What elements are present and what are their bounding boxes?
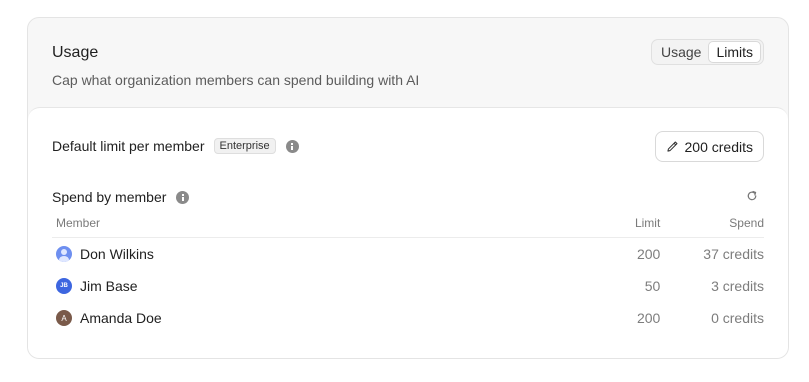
tab-limits[interactable]: Limits — [708, 41, 761, 63]
spend-table: Member Limit Spend Don Wilkins 200 37 cr… — [52, 216, 764, 334]
default-limit-label: Default limit per member — [52, 138, 205, 154]
view-toggle: Usage Limits — [650, 39, 764, 65]
pencil-icon — [666, 141, 678, 152]
column-limit: Limit — [634, 216, 661, 230]
avatar: A — [56, 310, 72, 326]
member-name: Amanda Doe — [80, 310, 162, 326]
spend-cell: 0 credits — [711, 310, 764, 326]
usage-panel: Usage Cap what organization members can … — [27, 17, 789, 359]
panel-title: Usage — [52, 44, 99, 61]
avatar — [56, 246, 72, 262]
spend-cell: 37 credits — [703, 246, 764, 262]
edit-default-limit-button[interactable]: 200 credits — [654, 131, 764, 162]
limit-cell: 50 — [644, 278, 661, 294]
edit-default-limit-label: 200 credits — [684, 138, 753, 155]
spend-cell: 3 credits — [711, 278, 764, 294]
panel-header: Usage Cap what organization members can … — [28, 18, 788, 108]
limits-card: Default limit per member Enterprise 200 … — [28, 107, 788, 358]
table-row[interactable]: Don Wilkins 200 37 credits — [52, 238, 764, 270]
table-header: Member Limit Spend — [52, 216, 764, 238]
column-spend: Spend — [729, 216, 764, 230]
limit-cell: 200 — [636, 246, 661, 262]
member-name: Don Wilkins — [80, 246, 154, 262]
enterprise-badge: Enterprise — [213, 138, 276, 154]
member-cell: A Amanda Doe — [52, 310, 571, 326]
panel-subtitle: Cap what organization members can spend … — [52, 72, 420, 88]
limit-cell: 200 — [636, 310, 661, 326]
default-limit-row: Default limit per member Enterprise — [52, 138, 299, 154]
spend-title: Spend by member — [52, 189, 167, 205]
spend-section-header: Spend by member — [52, 189, 190, 205]
member-name: Jim Base — [80, 278, 138, 294]
info-icon[interactable] — [176, 190, 190, 204]
refresh-icon[interactable] — [746, 190, 758, 202]
table-row[interactable]: JB Jim Base 50 3 credits — [52, 270, 764, 302]
member-cell: JB Jim Base — [52, 278, 571, 294]
table-row[interactable]: A Amanda Doe 200 0 credits — [52, 302, 764, 334]
avatar: JB — [56, 278, 72, 294]
tab-usage[interactable]: Usage — [654, 41, 708, 63]
info-icon[interactable] — [285, 139, 299, 153]
column-member: Member — [56, 216, 101, 230]
member-cell: Don Wilkins — [52, 246, 571, 262]
